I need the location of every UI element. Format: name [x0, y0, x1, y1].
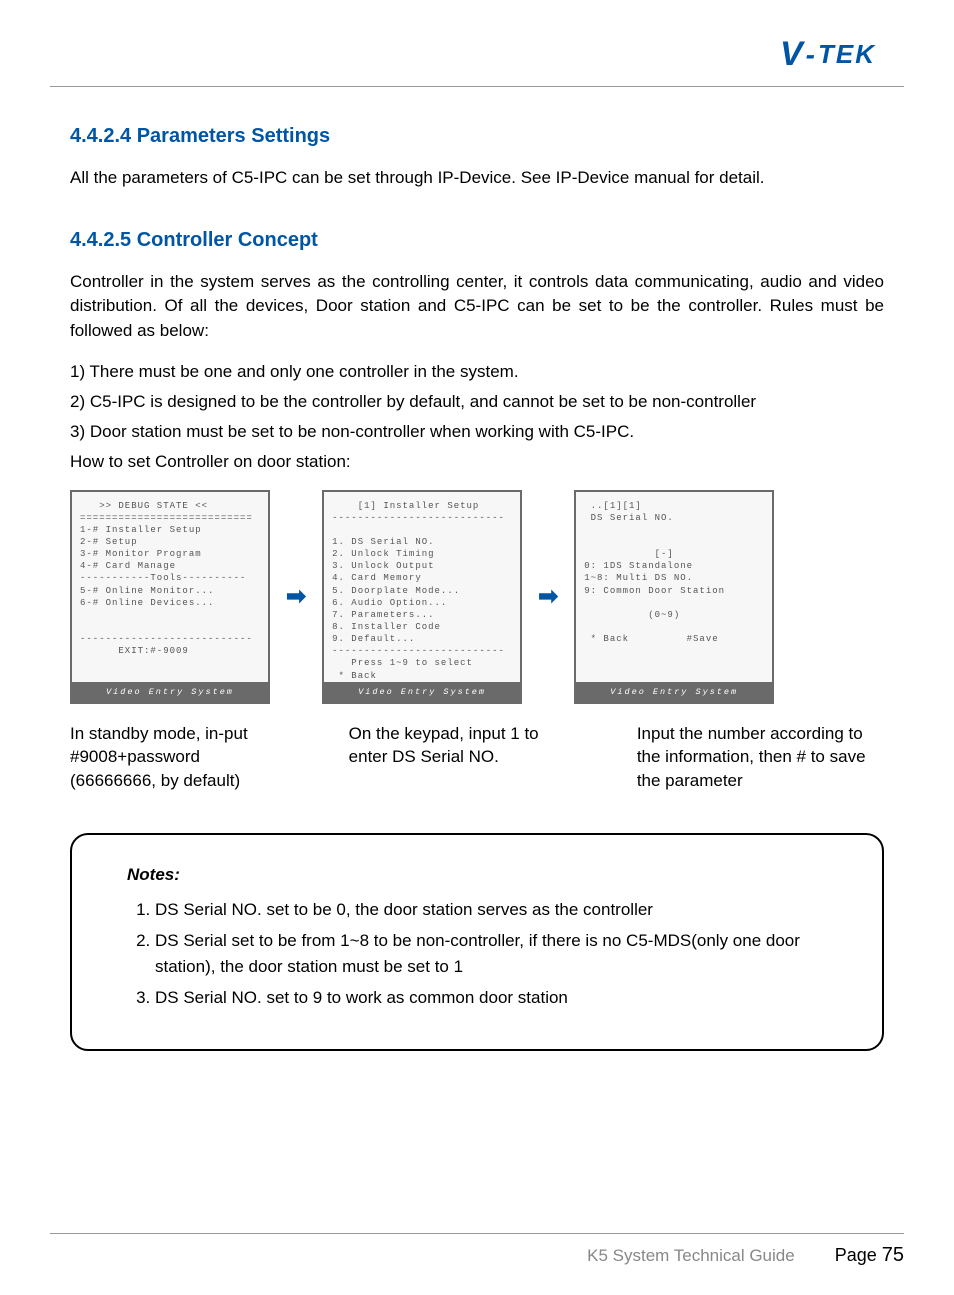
caption-2: On the keypad, input 1 to enter DS Seria… — [349, 722, 577, 793]
note-item-2: DS Serial set to be from 1~8 to be non-c… — [155, 928, 827, 979]
page-footer: K5 System Technical Guide Page 75 — [50, 1233, 904, 1267]
arrow-right-icon: ➡ — [286, 582, 306, 611]
screens-row: >> DEBUG STATE << ======================… — [70, 490, 884, 704]
screen-3-body: ..[1][1] DS Serial NO. [-] 0: 1DS Standa… — [576, 492, 772, 682]
logo-rest: TEK — [818, 39, 876, 70]
howto-line: How to set Controller on door station: — [70, 452, 884, 472]
arrow-right-icon: ➡ — [538, 582, 558, 611]
logo-v: V — [780, 35, 805, 74]
screen-ds-serial: ..[1][1] DS Serial NO. [-] 0: 1DS Standa… — [574, 490, 774, 704]
rule-3: 3) Door station must be set to be non-co… — [70, 422, 884, 442]
notes-title: Notes: — [127, 865, 827, 885]
notes-list: DS Serial NO. set to be 0, the door stat… — [127, 897, 827, 1011]
caption-3: Input the number according to the inform… — [637, 722, 884, 793]
screen-1-footer: Video Entry System — [72, 682, 268, 702]
footer-guide-title: K5 System Technical Guide — [587, 1246, 795, 1266]
rule-1: 1) There must be one and only one contro… — [70, 362, 884, 382]
page-header: V - TEK — [50, 35, 904, 87]
screen-3-footer: Video Entry System — [576, 682, 772, 702]
footer-page: Page 75 — [835, 1244, 904, 1267]
page-content: 4.4.2.4 Parameters Settings All the para… — [50, 125, 904, 1051]
note-item-1: DS Serial NO. set to be 0, the door stat… — [155, 897, 827, 923]
footer-page-number: 75 — [882, 1244, 904, 1266]
captions-row: In standby mode, in-put #9008+password (… — [70, 722, 884, 793]
notes-box: Notes: DS Serial NO. set to be 0, the do… — [70, 833, 884, 1051]
screen-1-body: >> DEBUG STATE << ======================… — [72, 492, 268, 682]
rule-2: 2) C5-IPC is designed to be the controll… — [70, 392, 884, 412]
section-4-4-2-5-intro: Controller in the system serves as the c… — [70, 270, 884, 344]
caption-1: In standby mode, in-put #9008+password (… — [70, 722, 289, 793]
section-heading-4-4-2-5: 4.4.2.5 Controller Concept — [70, 229, 884, 252]
screen-installer-setup: [1] Installer Setup --------------------… — [322, 490, 522, 704]
screen-2-body: [1] Installer Setup --------------------… — [324, 492, 520, 682]
section-4-4-2-4-body: All the parameters of C5-IPC can be set … — [70, 166, 884, 191]
screen-2-footer: Video Entry System — [324, 682, 520, 702]
logo-hyphen: - — [806, 39, 817, 71]
logo: V - TEK — [780, 35, 876, 74]
note-item-3: DS Serial NO. set to 9 to work as common… — [155, 985, 827, 1011]
section-heading-4-4-2-4: 4.4.2.4 Parameters Settings — [70, 125, 884, 148]
screen-debug-state: >> DEBUG STATE << ======================… — [70, 490, 270, 704]
footer-page-label: Page — [835, 1245, 882, 1265]
